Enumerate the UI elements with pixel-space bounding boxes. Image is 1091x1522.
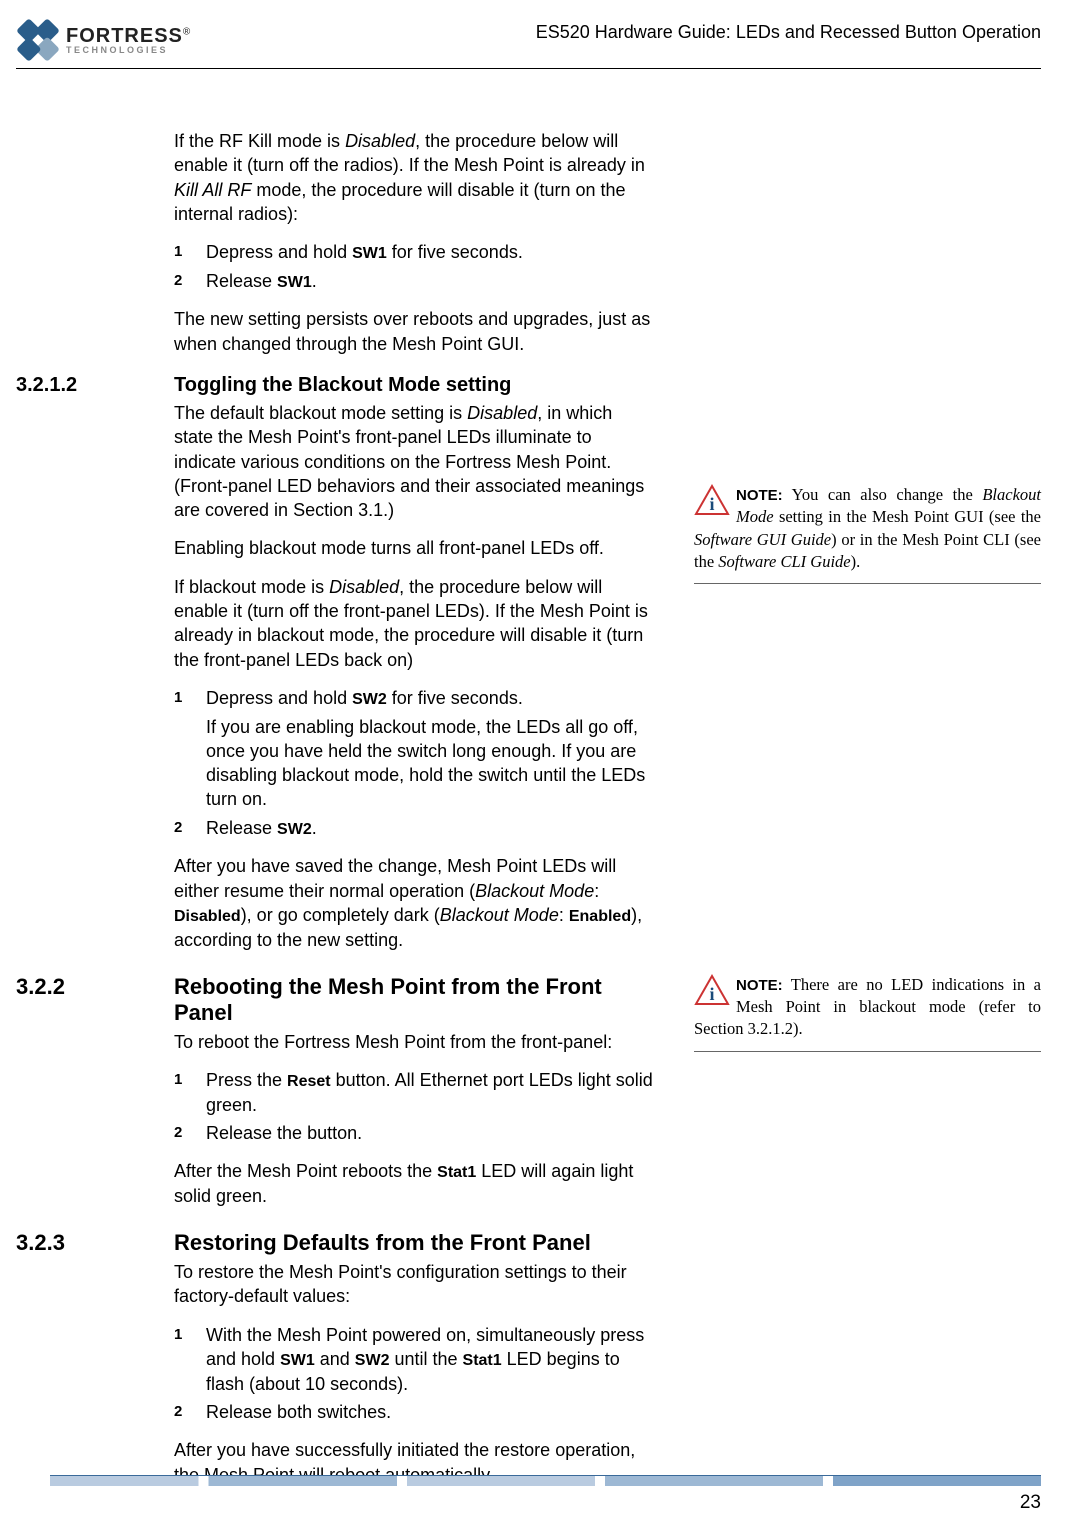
document-page: FORTRESS® TECHNOLOGIES ES520 Hardware Gu…	[0, 0, 1091, 1522]
section-heading: Restoring Defaults from the Front Panel	[174, 1230, 656, 1256]
procedure-list: 1Depress and hold SW1 for five seconds. …	[174, 240, 656, 293]
footer-decorative-bar	[50, 1475, 1041, 1486]
brand-subtitle: TECHNOLOGIES	[66, 46, 191, 55]
body-paragraph: After you have saved the change, Mesh Po…	[174, 854, 656, 951]
section-heading: Rebooting the Mesh Point from the Front …	[174, 974, 656, 1026]
list-item: 1With the Mesh Point powered on, simulta…	[174, 1323, 656, 1396]
section-number: 3.2.1.2	[16, 374, 174, 397]
section-number: 3.2.2	[16, 974, 174, 1000]
fortress-logo-icon	[7, 9, 69, 71]
section-heading: Toggling the Blackout Mode setting	[174, 374, 656, 397]
procedure-list: 1With the Mesh Point powered on, simulta…	[174, 1323, 656, 1424]
list-item: 2Release both switches.	[174, 1400, 656, 1424]
margin-note: i NOTE: You can also change the Blackout…	[694, 484, 1041, 584]
section-3-2-2: 3.2.2 Rebooting the Mesh Point from the …	[16, 974, 1041, 1222]
brand-name: FORTRESS®	[66, 26, 191, 46]
svg-text:i: i	[709, 494, 714, 514]
body-paragraph: After the Mesh Point reboots the Stat1 L…	[174, 1159, 656, 1208]
list-item-sub: If you are enabling blackout mode, the L…	[206, 715, 656, 812]
svg-text:i: i	[709, 984, 714, 1004]
body-paragraph: Enabling blackout mode turns all front-p…	[174, 536, 656, 560]
list-item: 2Release SW2.	[174, 816, 656, 841]
body-paragraph: To reboot the Fortress Mesh Point from t…	[174, 1030, 656, 1054]
page-header: FORTRESS® TECHNOLOGIES ES520 Hardware Gu…	[16, 18, 1041, 69]
procedure-list: 1 Depress and hold SW2 for five seconds.…	[174, 686, 656, 840]
section-3-2-3: 3.2.3 Restoring Defaults from the Front …	[16, 1230, 1041, 1501]
document-title: ES520 Hardware Guide: LEDs and Recessed …	[536, 18, 1041, 43]
list-item: 1 Depress and hold SW2 for five seconds.…	[174, 686, 656, 812]
list-item: 2Release SW1.	[174, 269, 656, 294]
body-paragraph: To restore the Mesh Point's configuratio…	[174, 1260, 656, 1309]
list-item: 1Depress and hold SW1 for five seconds.	[174, 240, 656, 265]
note-info-icon: i	[694, 484, 730, 516]
body-paragraph: If blackout mode is Disabled, the proced…	[174, 575, 656, 672]
list-item: 1Press the Reset button. All Ethernet po…	[174, 1068, 656, 1117]
intro-block: If the RF Kill mode is Disabled, the pro…	[16, 129, 1041, 370]
list-item: 2Release the button.	[174, 1121, 656, 1145]
body-paragraph: If the RF Kill mode is Disabled, the pro…	[174, 129, 656, 226]
brand-logo: FORTRESS® TECHNOLOGIES	[16, 18, 191, 62]
page-number: 23	[1020, 1492, 1041, 1514]
note-info-icon: i	[694, 974, 730, 1006]
body-paragraph: The new setting persists over reboots an…	[174, 307, 656, 356]
procedure-list: 1Press the Reset button. All Ethernet po…	[174, 1068, 656, 1145]
margin-note: i NOTE: There are no LED indications in …	[694, 974, 1041, 1052]
body-paragraph: The default blackout mode setting is Dis…	[174, 401, 656, 522]
section-3-2-1-2: 3.2.1.2 Toggling the Blackout Mode setti…	[16, 374, 1041, 966]
section-number: 3.2.3	[16, 1230, 174, 1256]
